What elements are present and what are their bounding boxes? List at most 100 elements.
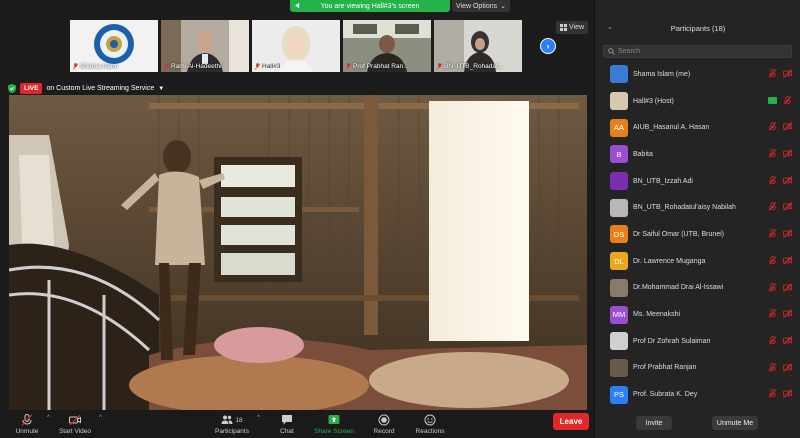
meeting-main-area: You are viewing Hall#3's screen View Opt… bbox=[0, 0, 594, 438]
smiley-icon bbox=[424, 414, 436, 426]
participant-status-icons bbox=[768, 389, 792, 399]
participants-panel-title: Participants (18) bbox=[670, 23, 726, 33]
search-icon bbox=[608, 48, 615, 55]
mic-muted-icon bbox=[768, 335, 777, 345]
video-thumbnail[interactable]: Rami Al-Hadeethi bbox=[161, 20, 249, 72]
meeting-toolbar: Unmute ^ Start Video ^ 18 Participants ^… bbox=[0, 410, 594, 438]
mic-muted-icon bbox=[21, 414, 33, 426]
participant-status-icons bbox=[768, 335, 792, 345]
mic-muted-icon bbox=[768, 149, 777, 158]
view-options-button[interactable]: View Options ⌄ bbox=[452, 0, 510, 12]
caret-up-icon[interactable]: ^ bbox=[99, 415, 102, 421]
live-service-label[interactable]: on Custom Live Streaming Service bbox=[46, 85, 154, 92]
next-page-button[interactable]: › bbox=[540, 38, 556, 54]
video-off-icon bbox=[783, 362, 792, 372]
participant-row[interactable]: DS Dr Saiful Omar (UTB, Brunei) bbox=[595, 221, 800, 248]
participant-row[interactable]: Prof Prabhat Ranjan bbox=[595, 355, 800, 382]
shield-icon bbox=[8, 84, 16, 93]
video-thumbnail[interactable]: Shama Islam bbox=[70, 20, 158, 72]
record-icon bbox=[378, 414, 390, 426]
participant-status-icons bbox=[768, 122, 792, 132]
participant-row[interactable]: B Babita bbox=[595, 141, 800, 168]
zoom-window: You are viewing Hall#3's screen View Opt… bbox=[0, 0, 800, 438]
participant-name: Ms. Meenakshi bbox=[633, 311, 681, 319]
chat-button[interactable]: Chat bbox=[276, 410, 298, 438]
participant-row[interactable]: PS Prof. Subrata K. Dey bbox=[595, 381, 800, 408]
mic-muted-icon bbox=[768, 175, 777, 185]
participant-row[interactable]: Dr.Mohammad Drai Al-Issawi bbox=[595, 275, 800, 302]
thumbnail-name: Hall#3 bbox=[262, 63, 281, 70]
caret-up-icon[interactable]: ^ bbox=[47, 415, 50, 421]
participants-button[interactable]: 18 Participants ^ bbox=[212, 410, 260, 438]
video-thumbnail[interactable]: Prof Prabhat Ran... bbox=[343, 20, 431, 72]
invite-button[interactable]: Invite bbox=[636, 416, 672, 430]
start-video-button[interactable]: Start Video ^ bbox=[56, 410, 102, 438]
participant-status-icons bbox=[768, 309, 792, 319]
participant-row[interactable]: Prof Dr Zohrah Sulaiman bbox=[595, 328, 800, 355]
participant-row[interactable]: Hall#3 (Host) bbox=[595, 88, 800, 115]
leave-button[interactable]: Leave bbox=[553, 413, 589, 430]
avatar bbox=[610, 198, 628, 217]
participant-row[interactable]: BN_UTB_Izzah Adi bbox=[595, 168, 800, 195]
share-screen-button[interactable]: Share Screen bbox=[312, 410, 356, 438]
thumbnail-name: Prof Prabhat Ran... bbox=[353, 63, 409, 70]
participant-status-icons bbox=[768, 202, 792, 212]
participant-name: AIUB_Hasanul A. Hasan bbox=[633, 124, 710, 132]
participant-status-icons bbox=[768, 175, 792, 185]
thumbnail-name: Shama Islam bbox=[80, 63, 118, 70]
reactions-button[interactable]: Reactions bbox=[414, 410, 446, 438]
chevron-down-icon[interactable]: ⌄ bbox=[607, 23, 613, 31]
video-off-icon bbox=[783, 336, 792, 345]
avatar bbox=[610, 278, 628, 297]
start-video-label: Start Video bbox=[58, 428, 92, 435]
chevron-right-icon: › bbox=[546, 41, 550, 51]
participant-status-icons bbox=[768, 362, 792, 372]
caret-down-icon[interactable]: ▼ bbox=[158, 86, 164, 92]
participant-name: Shama Islam (me) bbox=[633, 70, 691, 78]
video-thumbnail-strip: Shama Islam Rami Al-Hadeethi Hall#3 Prof… bbox=[70, 20, 522, 72]
thumbnail-name: Rami Al-Hadeethi bbox=[171, 63, 222, 70]
mic-muted-icon bbox=[437, 63, 442, 70]
avatar: DS bbox=[610, 225, 628, 244]
caret-up-icon[interactable]: ^ bbox=[257, 415, 260, 421]
video-thumbnail[interactable]: Hall#3 bbox=[252, 20, 340, 72]
participants-count: 18 bbox=[235, 416, 243, 424]
thumbnail-label: BN_UTB_Rohadat... bbox=[437, 63, 503, 70]
live-badge[interactable]: LIVE bbox=[20, 83, 43, 94]
participant-name: BN_UTB_Izzah Adi bbox=[633, 177, 693, 185]
record-button[interactable]: Record bbox=[372, 410, 396, 438]
avatar bbox=[610, 172, 628, 191]
participants-panel: ⌄ Participants (18) Search Shama Islam (… bbox=[594, 0, 800, 438]
mic-muted-icon bbox=[768, 69, 777, 78]
people-icon bbox=[221, 415, 233, 424]
unmute-button[interactable]: Unmute ^ bbox=[12, 410, 50, 438]
participant-row[interactable]: AA AIUB_Hasanul A. Hasan bbox=[595, 114, 800, 141]
video-on-icon bbox=[768, 96, 777, 104]
participant-name: BN_UTB_Rohadatul'aisy Nabilah bbox=[633, 204, 736, 212]
avatar bbox=[610, 358, 628, 377]
participant-name: Dr Saiful Omar (UTB, Brunei) bbox=[633, 230, 725, 238]
unmute-label: Unmute bbox=[15, 428, 39, 435]
participants-search-input[interactable]: Search bbox=[603, 45, 792, 58]
participant-row[interactable]: DL Dr. Lawrence Muganga bbox=[595, 248, 800, 275]
participant-row[interactable]: Shama Islam (me) bbox=[595, 61, 800, 88]
participant-status-icons bbox=[768, 69, 792, 78]
video-off-icon bbox=[783, 282, 792, 292]
avatar: MM bbox=[610, 305, 628, 324]
search-placeholder: Search bbox=[618, 48, 641, 55]
view-layout-button[interactable]: View bbox=[556, 21, 588, 34]
mic-muted-icon bbox=[768, 202, 777, 212]
avatar bbox=[610, 65, 628, 84]
live-stream-bar: LIVE on Custom Live Streaming Service ▼ bbox=[8, 82, 164, 95]
participant-row[interactable]: MM Ms. Meenakshi bbox=[595, 301, 800, 328]
participant-status-icons bbox=[768, 95, 792, 105]
share-screen-icon bbox=[328, 415, 340, 424]
participant-name: Hall#3 (Host) bbox=[633, 97, 674, 105]
chevron-down-icon: ⌄ bbox=[500, 3, 506, 10]
participant-row[interactable]: BN_UTB_Rohadatul'aisy Nabilah bbox=[595, 194, 800, 221]
avatar bbox=[610, 332, 628, 351]
unmute-me-button[interactable]: Unmute Me bbox=[712, 416, 758, 430]
video-off-icon bbox=[783, 149, 792, 158]
video-thumbnail[interactable]: BN_UTB_Rohadat... bbox=[434, 20, 522, 72]
participants-icon-group: 18 bbox=[221, 414, 243, 426]
